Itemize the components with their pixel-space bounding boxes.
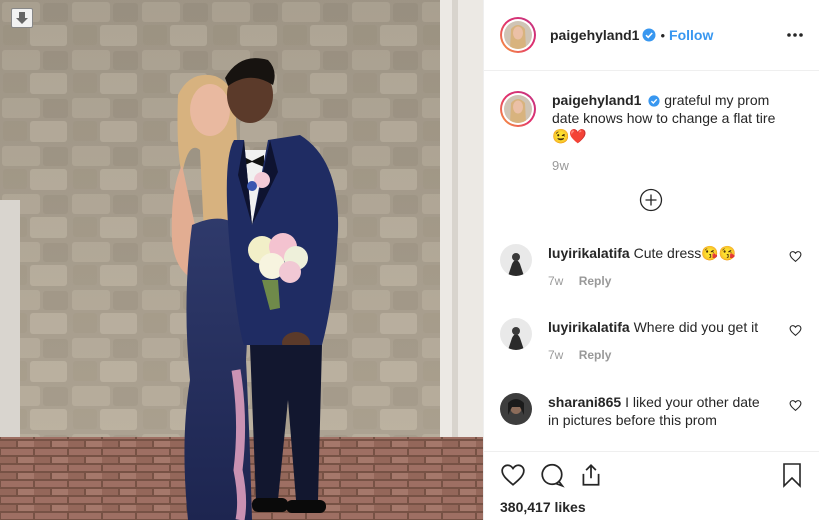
avatar-photo (500, 244, 532, 276)
instagram-post-modal: paigehyland1 • Follow paigehyland1 grate… (0, 0, 819, 520)
more-options-icon[interactable] (786, 26, 804, 44)
follow-button[interactable]: Follow (669, 27, 713, 43)
comment-username[interactable]: luyirikalatifa (548, 319, 630, 335)
caption-username[interactable]: paigehyland1 (552, 92, 641, 108)
post-header: paigehyland1 • Follow (484, 0, 819, 71)
caption-text-block: paigehyland1 grateful my prom date knows… (552, 91, 782, 175)
load-more-comments-button[interactable] (639, 188, 663, 215)
comment-bubble-icon[interactable] (539, 462, 565, 488)
avatar-photo (500, 318, 532, 350)
comment-username[interactable]: sharani865 (548, 394, 621, 410)
author-username[interactable]: paigehyland1 (550, 27, 639, 43)
comment-username[interactable]: luyirikalatifa (548, 245, 630, 261)
comment-timestamp[interactable]: 7w (548, 348, 563, 362)
commenter-avatar[interactable] (500, 318, 532, 350)
comment-item: luyirikalatifa Where did you get it 7w R… (500, 318, 804, 364)
caption-emoji: 😉❤️ (552, 128, 587, 144)
heart-icon[interactable] (500, 462, 526, 488)
separator-dot: • (660, 27, 666, 43)
caption-avatar[interactable] (500, 91, 536, 127)
action-bar: 380,417 likes (484, 451, 819, 520)
comment-timestamp[interactable]: 7w (548, 274, 563, 288)
bookmark-icon[interactable] (780, 462, 804, 488)
post-photo[interactable] (0, 0, 483, 520)
download-arrow-icon (16, 12, 28, 24)
post-sidebar: paigehyland1 • Follow paigehyland1 grate… (483, 0, 819, 520)
comment-item: luyirikalatifa Cute dress😘😘 7w Reply (500, 244, 804, 290)
comment-item: sharani865 I liked your other date in pi… (500, 393, 804, 429)
author-avatar[interactable] (500, 17, 536, 53)
heart-outline-icon[interactable] (789, 250, 802, 263)
reply-button[interactable]: Reply (579, 274, 612, 288)
share-icon[interactable] (578, 462, 604, 488)
like-count[interactable]: 380,417 likes (500, 499, 586, 515)
verified-badge-icon (642, 28, 656, 42)
commenter-avatar[interactable] (500, 393, 532, 425)
comment-text: Cute dress😘😘 (633, 245, 737, 261)
heart-outline-icon[interactable] (789, 324, 802, 337)
avatar-photo (500, 393, 532, 425)
avatar-photo (504, 21, 532, 49)
caption: paigehyland1 grateful my prom date knows… (500, 91, 782, 175)
avatar-photo (504, 95, 532, 123)
heart-outline-icon[interactable] (789, 399, 802, 412)
prom-couple-photo (0, 0, 483, 520)
download-button[interactable] (11, 8, 33, 28)
add-circle-icon (639, 188, 663, 212)
commenter-avatar[interactable] (500, 244, 532, 276)
comment-text: Where did you get it (633, 319, 759, 335)
caption-timestamp[interactable]: 9w (552, 157, 782, 175)
reply-button[interactable]: Reply (579, 348, 612, 362)
comments-section[interactable]: paigehyland1 grateful my prom date knows… (484, 71, 819, 451)
verified-badge-icon (648, 95, 660, 107)
